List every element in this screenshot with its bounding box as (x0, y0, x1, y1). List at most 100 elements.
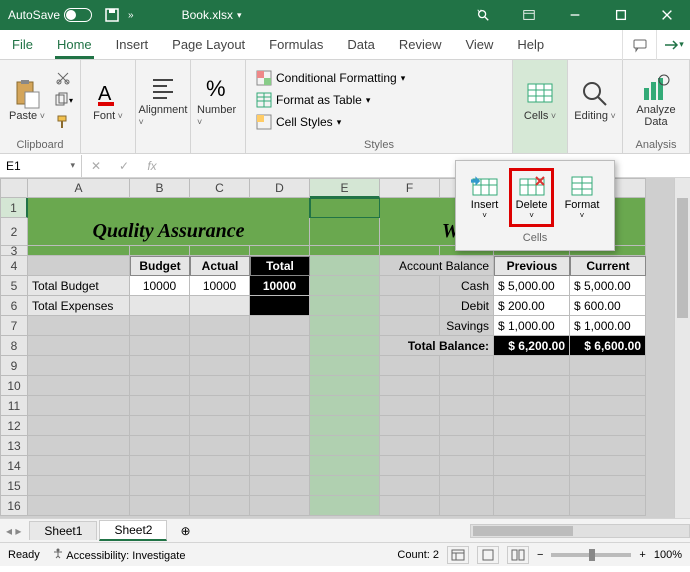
format-cells-button[interactable]: Format ˅ (561, 171, 604, 224)
cell[interactable] (440, 476, 494, 496)
zoom-level[interactable]: 100% (654, 549, 682, 561)
cell[interactable]: Savings (440, 316, 494, 336)
row-header-2[interactable]: 2 (0, 218, 28, 246)
name-box[interactable]: E1▾ (0, 155, 82, 177)
cell-band1[interactable]: Quality Assurance (28, 218, 310, 246)
cell[interactable] (310, 376, 380, 396)
cell[interactable]: 10000 (250, 276, 310, 296)
cell-styles-button[interactable]: Cell Styles▾ (252, 112, 409, 132)
active-cell[interactable] (310, 198, 380, 218)
row-header-9[interactable]: 9 (0, 356, 28, 376)
cell[interactable] (130, 336, 190, 356)
cell[interactable] (440, 416, 494, 436)
format-painter-button[interactable] (52, 112, 74, 132)
tab-help[interactable]: Help (505, 30, 556, 59)
select-all-corner[interactable] (0, 178, 28, 198)
cell[interactable] (130, 476, 190, 496)
cell[interactable] (570, 496, 646, 516)
cell[interactable] (250, 476, 310, 496)
cell[interactable] (310, 316, 380, 336)
cell[interactable] (130, 246, 190, 256)
cell[interactable] (380, 356, 440, 376)
cell[interactable] (250, 336, 310, 356)
cell[interactable]: Cash (440, 276, 494, 296)
cell[interactable]: Current (570, 256, 646, 276)
cell[interactable]: $ 200.00 (494, 296, 570, 316)
row-header-14[interactable]: 14 (0, 456, 28, 476)
analyze-data-button[interactable]: Analyze Data (629, 66, 683, 134)
cell[interactable]: $ 1,000.00 (570, 316, 646, 336)
cell[interactable] (310, 456, 380, 476)
cell[interactable] (28, 456, 130, 476)
zoom-out-button[interactable]: − (537, 549, 543, 561)
quickaccess-more[interactable]: » (128, 10, 134, 21)
cell[interactable] (440, 356, 494, 376)
cell[interactable] (250, 376, 310, 396)
cell[interactable] (380, 376, 440, 396)
cell[interactable] (130, 356, 190, 376)
cell[interactable] (310, 256, 380, 276)
insert-cells-button[interactable]: Insert ˅ (467, 171, 503, 224)
cell[interactable]: Total Budget (28, 276, 130, 296)
autosave-toggle[interactable]: AutoSave (0, 8, 100, 22)
view-normal-button[interactable] (447, 546, 469, 564)
cell[interactable] (130, 296, 190, 316)
cell[interactable] (28, 256, 130, 276)
cell[interactable]: $ 6,600.00 (570, 336, 646, 356)
cell[interactable] (570, 476, 646, 496)
save-icon[interactable] (104, 7, 120, 23)
cell[interactable] (130, 416, 190, 436)
row-header-11[interactable]: 11 (0, 396, 28, 416)
cell[interactable] (130, 376, 190, 396)
tab-home[interactable]: Home (45, 30, 104, 59)
cell[interactable] (494, 356, 570, 376)
comments-button[interactable] (622, 30, 656, 60)
minimize-button[interactable] (552, 0, 598, 30)
cell[interactable] (130, 456, 190, 476)
cell[interactable] (28, 476, 130, 496)
cell[interactable] (310, 416, 380, 436)
cell[interactable]: Debit (440, 296, 494, 316)
cell[interactable]: $ 1,000.00 (494, 316, 570, 336)
cell[interactable] (570, 396, 646, 416)
col-header-C[interactable]: C (190, 178, 250, 198)
cell[interactable] (310, 336, 380, 356)
cell[interactable] (380, 416, 440, 436)
maximize-button[interactable] (598, 0, 644, 30)
cell[interactable] (130, 316, 190, 336)
cell[interactable] (190, 496, 250, 516)
format-as-table-button[interactable]: Format as Table▾ (252, 90, 409, 110)
paste-button[interactable]: Paste (6, 66, 48, 134)
cell[interactable]: Total Expenses (28, 296, 130, 316)
cell[interactable] (190, 376, 250, 396)
cell[interactable] (494, 456, 570, 476)
cell[interactable] (440, 376, 494, 396)
copy-button[interactable]: ▾ (52, 90, 74, 110)
cell[interactable] (494, 436, 570, 456)
cell[interactable] (310, 246, 380, 256)
cell[interactable] (570, 456, 646, 476)
cell[interactable] (380, 496, 440, 516)
cell[interactable] (190, 456, 250, 476)
cell[interactable] (380, 296, 440, 316)
row-header-7[interactable]: 7 (0, 316, 28, 336)
view-page-layout-button[interactable] (477, 546, 499, 564)
tab-file[interactable]: File (0, 30, 45, 59)
cell[interactable] (570, 376, 646, 396)
cell[interactable]: Account Balance (380, 256, 494, 276)
row-header-16[interactable]: 16 (0, 496, 28, 516)
tab-page-layout[interactable]: Page Layout (160, 30, 257, 59)
cell[interactable] (190, 198, 250, 218)
cell[interactable] (28, 376, 130, 396)
sheet-tab-1[interactable]: Sheet1 (29, 521, 97, 540)
cell[interactable]: Total Balance: (380, 336, 494, 356)
cell[interactable] (28, 246, 130, 256)
tab-view[interactable]: View (453, 30, 505, 59)
cell[interactable] (494, 396, 570, 416)
cell[interactable] (380, 316, 440, 336)
cell[interactable] (310, 276, 380, 296)
cell[interactable] (250, 496, 310, 516)
alignment-button[interactable]: Alignment (142, 66, 184, 134)
cell[interactable] (190, 396, 250, 416)
col-header-F[interactable]: F (380, 178, 440, 198)
